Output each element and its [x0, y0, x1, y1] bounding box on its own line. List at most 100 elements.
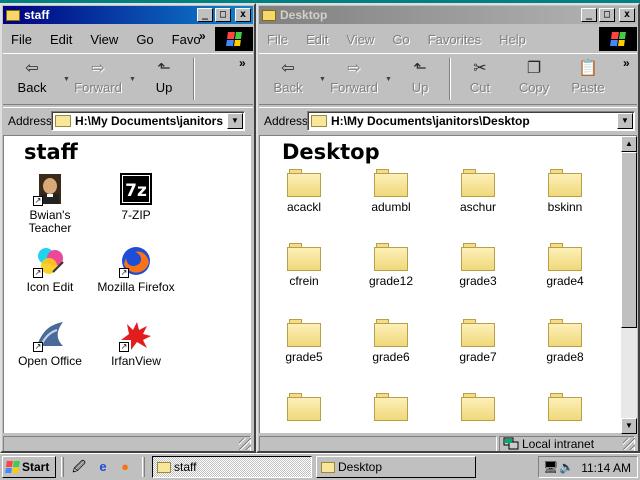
minimize-button[interactable]: _ — [581, 8, 597, 22]
folder-icon — [287, 168, 321, 198]
folder-item[interactable]: aschur — [438, 168, 518, 214]
staff-window[interactable]: staff _ □ x File Edit View Go Favo » ⇦ B… — [0, 3, 256, 453]
forward-arrow-icon: ⇨ — [347, 60, 361, 77]
folder-icon — [287, 242, 321, 272]
up-button[interactable]: ⬑ Up — [139, 58, 189, 100]
folder-item[interactable]: adumbl — [351, 168, 431, 214]
address-input[interactable]: H:\My Documents\janitors\Desktop ▼ — [307, 111, 635, 131]
menu-go[interactable]: Go — [136, 32, 153, 47]
taskbar-divider — [61, 457, 64, 477]
desktop-titlebar[interactable]: Desktop _ □ x — [259, 6, 637, 24]
forward-button[interactable]: ⇨ Forward — [329, 58, 379, 100]
menu-file[interactable]: File — [267, 32, 288, 47]
menu-edit[interactable]: Edit — [306, 32, 328, 47]
internet-explorer-icon[interactable]: e — [94, 458, 112, 476]
folder-item[interactable]: acackl — [264, 168, 344, 214]
folder-item[interactable] — [264, 392, 344, 425]
task-button-desktop[interactable]: Desktop — [316, 456, 476, 478]
back-button[interactable]: ⇦ Back — [263, 58, 313, 100]
up-button[interactable]: ⬑ Up — [395, 58, 445, 100]
scroll-thumb[interactable] — [621, 152, 637, 328]
desktop-window[interactable]: Desktop _ □ x File Edit View Go Favorite… — [256, 3, 640, 453]
back-button[interactable]: ⇦ Back — [7, 58, 57, 100]
shortcut-irfanview[interactable]: ↗ IrfanView — [96, 318, 176, 368]
folder-item[interactable]: grade4 — [525, 242, 605, 288]
menu-chevron-icon[interactable]: » — [199, 29, 206, 43]
forward-button[interactable]: ⇨ Forward — [73, 58, 123, 100]
volume-icon[interactable]: 🔈 — [559, 460, 574, 474]
folder-item[interactable]: bskinn — [525, 168, 605, 214]
folder-icon — [548, 392, 582, 422]
clipboard-icon: 📋 — [578, 60, 598, 77]
folder-item[interactable]: grade3 — [438, 242, 518, 288]
menu-help[interactable]: Help — [499, 32, 526, 47]
display-settings-icon[interactable]: 🖥 — [543, 460, 558, 474]
maximize-button[interactable]: □ — [599, 8, 615, 22]
menu-go[interactable]: Go — [392, 32, 409, 47]
address-input[interactable]: H:\My Documents\janitors ▼ — [51, 111, 245, 131]
scroll-up-button[interactable]: ▲ — [621, 136, 637, 152]
shortcut-bwians-teacher[interactable]: ↗ Bwian's Teacher — [10, 172, 90, 235]
clock[interactable]: 11:14 AM — [581, 461, 631, 475]
toolbar-chevron-icon[interactable]: » — [239, 56, 246, 70]
folder-item[interactable]: grade8 — [525, 318, 605, 364]
paste-button[interactable]: 📋 Paste — [563, 58, 613, 100]
menu-view[interactable]: View — [346, 32, 374, 47]
menu-edit[interactable]: Edit — [50, 32, 72, 47]
address-dropdown-button[interactable]: ▼ — [227, 113, 243, 129]
scroll-down-button[interactable]: ▼ — [621, 418, 637, 434]
forward-dropdown-icon[interactable]: ▼ — [385, 76, 392, 83]
folder-icon — [374, 318, 408, 348]
folder-label: adumbl — [371, 200, 411, 214]
menu-file[interactable]: File — [11, 32, 32, 47]
close-button[interactable]: x — [619, 8, 635, 22]
folder-icon — [321, 461, 335, 473]
task-button-staff[interactable]: staff — [152, 456, 312, 478]
folder-item[interactable] — [438, 392, 518, 425]
folder-item[interactable]: grade5 — [264, 318, 344, 364]
resize-grip-icon[interactable] — [239, 438, 251, 450]
start-button[interactable]: Start — [2, 456, 56, 478]
back-dropdown-icon[interactable]: ▼ — [63, 76, 70, 83]
vertical-scrollbar[interactable]: ▲ ▼ — [621, 136, 637, 434]
shortcut-icon-edit[interactable]: ↗ Icon Edit — [10, 244, 90, 294]
folder-label: bskinn — [547, 200, 583, 214]
forward-dropdown-icon[interactable]: ▼ — [129, 76, 136, 83]
status-bar — [3, 435, 253, 451]
shortcut-arrow-icon: ↗ — [33, 196, 43, 206]
firefox-icon[interactable]: ● — [116, 458, 134, 476]
folder-label: aschur — [459, 200, 497, 214]
back-dropdown-icon[interactable]: ▼ — [319, 76, 326, 83]
show-desktop-icon[interactable]: 🖉 — [70, 458, 88, 476]
copy-icon: ❐ — [526, 60, 542, 77]
close-button[interactable]: x — [235, 8, 251, 22]
folder-item[interactable]: grade6 — [351, 318, 431, 364]
menu-favorites[interactable]: Favorites — [428, 32, 481, 47]
staff-titlebar[interactable]: staff _ □ x — [3, 6, 253, 24]
file-view[interactable]: Desktop acackl adumbl aschur bskinn cfrein gr… — [259, 135, 637, 434]
cut-button[interactable]: ✂ Cut — [455, 58, 505, 100]
resize-grip-icon[interactable] — [623, 438, 635, 450]
address-dropdown-button[interactable]: ▼ — [617, 113, 633, 129]
menu-view[interactable]: View — [90, 32, 118, 47]
menu-favorites[interactable]: Favo — [172, 32, 201, 47]
shortcut-mozilla-firefox[interactable]: ↗ Mozilla Firefox — [96, 244, 176, 294]
folder-item[interactable]: grade12 — [351, 242, 431, 288]
copy-button[interactable]: ❐ Copy — [509, 58, 559, 100]
folder-item[interactable]: cfrein — [264, 242, 344, 288]
file-view[interactable]: staff ↗ Bwian's Teacher 7z 7-ZIP ↗ Icon … — [3, 135, 251, 433]
item-label: IrfanView — [111, 354, 161, 368]
back-arrow-icon: ⇦ — [281, 60, 295, 77]
copy-label: Copy — [518, 80, 550, 95]
folder-icon — [6, 9, 20, 21]
shortcut-open-office[interactable]: ↗ Open Office — [10, 318, 90, 368]
folder-item[interactable]: grade7 — [438, 318, 518, 364]
maximize-button[interactable]: □ — [215, 8, 231, 22]
shortcut-7zip[interactable]: 7z 7-ZIP — [96, 172, 176, 222]
minimize-button[interactable]: _ — [197, 8, 213, 22]
forward-label: Forward — [74, 80, 122, 95]
back-label: Back — [273, 80, 303, 95]
folder-item[interactable] — [525, 392, 605, 425]
folder-item[interactable] — [351, 392, 431, 425]
toolbar-chevron-icon[interactable]: » — [623, 56, 630, 70]
